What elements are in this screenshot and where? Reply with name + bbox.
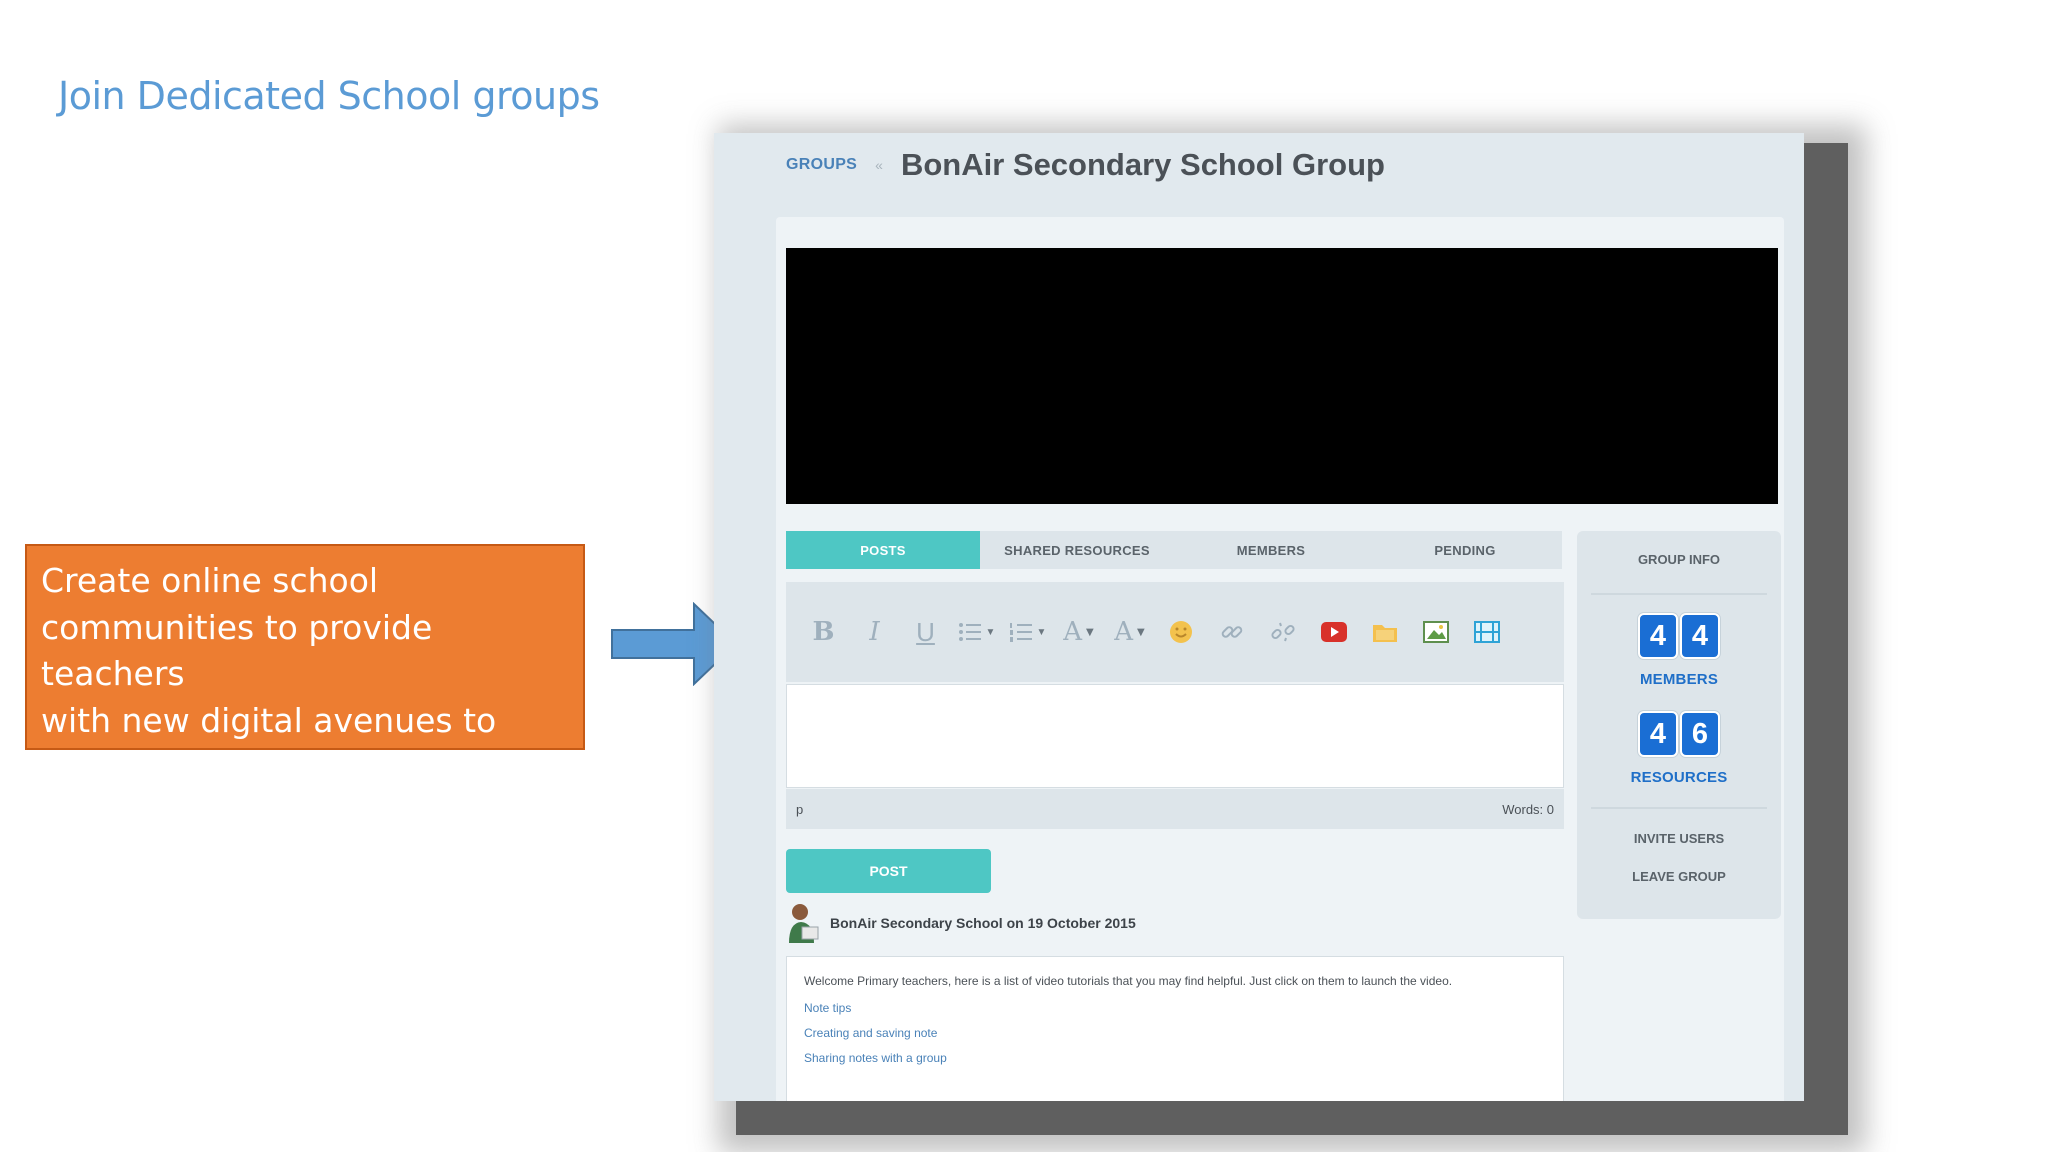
bold-icon[interactable]: B (798, 612, 849, 652)
counter-digit: 4 (1680, 613, 1720, 659)
counter-digit: 4 (1638, 613, 1678, 659)
group-info-panel: GROUP INFO 4 4 MEMBERS 4 6 RESOURCES INV… (1577, 531, 1781, 919)
post-content: Welcome Primary teachers, here is a list… (786, 956, 1564, 1101)
resources-counter: 4 6 (1577, 711, 1781, 757)
text-color-icon[interactable]: A ▼ (1053, 612, 1104, 652)
editor-path-label: p (796, 801, 804, 817)
folder-icon[interactable] (1359, 612, 1410, 652)
video-icon[interactable] (1461, 612, 1512, 652)
counter-digit: 4 (1638, 711, 1678, 757)
divider (1591, 807, 1767, 809)
editor-status-bar: p Words: 0 (786, 789, 1564, 829)
tab-shared-resources[interactable]: SHARED RESOURCES (980, 531, 1174, 569)
app-screenshot: GROUPS « BonAir Secondary School Group P… (714, 133, 1804, 1101)
tutorial-link[interactable]: Creating and saving note (804, 1026, 1546, 1040)
post-button[interactable]: POST (786, 849, 991, 893)
image-icon[interactable] (1410, 612, 1461, 652)
tab-members[interactable]: MEMBERS (1174, 531, 1368, 569)
avatar (789, 904, 819, 943)
group-info-title: GROUP INFO (1637, 552, 1721, 567)
leave-group-button[interactable]: LEAVE GROUP (1577, 869, 1781, 884)
video-banner[interactable] (786, 248, 1778, 504)
slide-title: Join Dedicated School groups (58, 74, 600, 118)
post-message: Welcome Primary teachers, here is a list… (804, 974, 1453, 988)
highlight-color-icon[interactable]: A ▼ (1104, 612, 1155, 652)
counter-digit: 6 (1680, 711, 1720, 757)
page-title: BonAir Secondary School Group (900, 147, 1385, 182)
post-author-line: BonAir Secondary School on 19 October 20… (830, 915, 1136, 931)
resources-label[interactable]: RESOURCES (1577, 769, 1781, 786)
tab-posts[interactable]: POSTS (786, 531, 980, 569)
link-icon[interactable] (1206, 612, 1257, 652)
emoticon-icon[interactable] (1155, 612, 1206, 652)
divider (1591, 593, 1767, 595)
callout-text: Create online school communities to prov… (41, 561, 497, 786)
invite-users-button[interactable]: INVITE USERS (1577, 831, 1781, 846)
underline-icon[interactable]: U (900, 612, 951, 652)
editor-toolbar: B I U ▼ ▼ A ▼ A ▼ (786, 582, 1564, 682)
unlink-icon[interactable] (1257, 612, 1308, 652)
italic-icon[interactable]: I (849, 612, 900, 652)
tutorial-link[interactable]: Note tips (804, 1001, 1546, 1015)
breadcrumb-separator: « (875, 157, 883, 173)
breadcrumb-groups-link[interactable]: GROUPS (786, 156, 857, 174)
post-editor-input[interactable] (786, 684, 1564, 788)
word-count: Words: 0 (1502, 801, 1554, 817)
members-counter: 4 4 (1577, 613, 1781, 659)
callout-box: Create online school communities to prov… (25, 544, 585, 786)
group-tabs: POSTS SHARED RESOURCES MEMBERS PENDING (786, 531, 1562, 569)
bullet-list-icon[interactable]: ▼ (951, 612, 1002, 652)
tab-pending[interactable]: PENDING (1368, 531, 1562, 569)
numbered-list-icon[interactable]: ▼ (1002, 612, 1053, 652)
breadcrumb: GROUPS « BonAir Secondary School Group (786, 147, 1385, 183)
youtube-icon[interactable] (1308, 612, 1359, 652)
post-header: BonAir Secondary School on 19 October 20… (786, 903, 1136, 943)
members-label[interactable]: MEMBERS (1577, 671, 1781, 688)
tutorial-link[interactable]: Sharing notes with a group (804, 1051, 1546, 1065)
